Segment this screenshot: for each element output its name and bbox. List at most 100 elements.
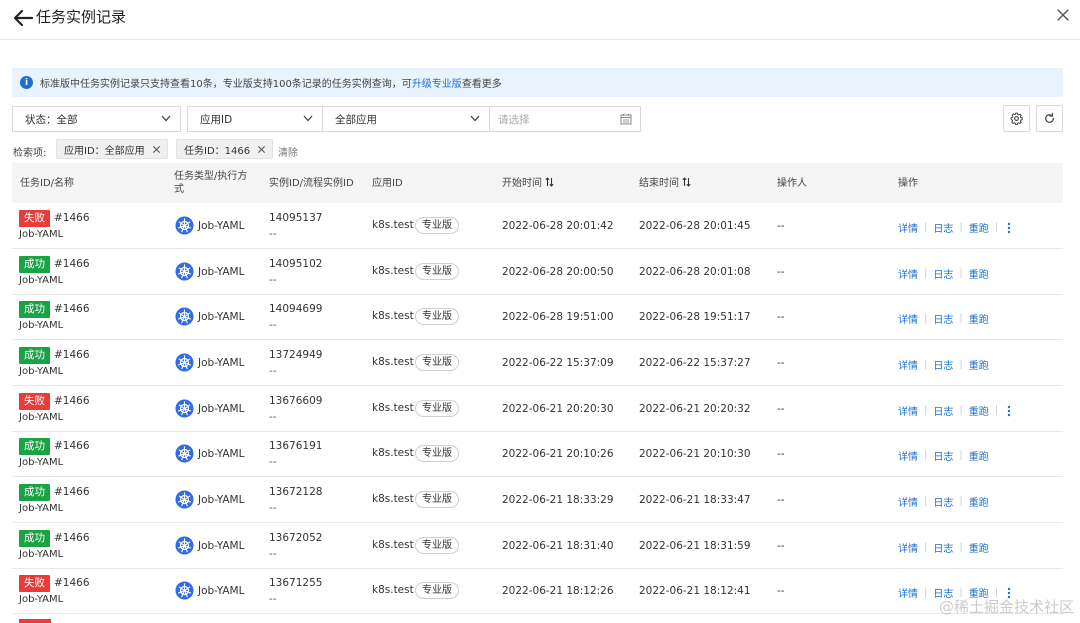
rerun-link[interactable]: 重跑 xyxy=(969,220,989,235)
row-actions: 详情 | 日志 | 重跑 xyxy=(898,540,989,555)
detail-link[interactable]: 详情 xyxy=(898,585,918,600)
back-arrow-icon[interactable] xyxy=(12,8,34,28)
log-link[interactable]: 日志 xyxy=(933,448,953,463)
sort-icon[interactable] xyxy=(545,177,554,187)
more-options-icon[interactable] xyxy=(1006,405,1012,417)
task-name: Job-YAML xyxy=(19,320,64,331)
column-header-start[interactable]: 开始时间 xyxy=(502,177,554,190)
rerun-link[interactable]: 重跑 xyxy=(969,357,989,372)
log-link[interactable]: 日志 xyxy=(933,357,953,372)
row-actions: 详情 | 日志 | 重跑 xyxy=(898,448,989,463)
detail-link[interactable]: 详情 xyxy=(898,494,918,509)
notice-text-after: 查看更多 xyxy=(461,79,502,90)
detail-link[interactable]: 详情 xyxy=(898,540,918,555)
task-type: Job-YAML xyxy=(198,540,245,552)
start-time: 2022-06-21 18:12:26 xyxy=(502,585,614,597)
task-id[interactable]: #1466 xyxy=(54,486,90,498)
task-id[interactable]: #1466 xyxy=(54,212,90,224)
start-time: 2022-06-21 18:31:40 xyxy=(502,540,614,552)
instance-id: 13672052 xyxy=(269,532,323,544)
task-id[interactable]: #1466 xyxy=(54,440,90,452)
app-id: k8s.test xyxy=(372,402,414,414)
rerun-link[interactable]: 重跑 xyxy=(969,403,989,418)
detail-link[interactable]: 详情 xyxy=(898,357,918,372)
task-id[interactable]: #1466 xyxy=(54,349,90,361)
rerun-link[interactable]: 重跑 xyxy=(969,311,989,326)
clear-search-link[interactable]: 清除 xyxy=(278,144,298,159)
task-name: Job-YAML xyxy=(19,503,64,514)
rerun-link[interactable]: 重跑 xyxy=(969,266,989,281)
detail-link[interactable]: 详情 xyxy=(898,311,918,326)
sort-icon[interactable] xyxy=(682,177,691,187)
action-divider: | xyxy=(924,496,928,507)
instance-id: 13672128 xyxy=(269,486,323,498)
row-actions: 详情 | 日志 | 重跑 xyxy=(898,494,989,509)
operator: -- xyxy=(777,494,785,506)
action-divider: | xyxy=(994,222,999,233)
log-link[interactable]: 日志 xyxy=(933,494,953,509)
row-actions: 详情 | 日志 | 重跑 xyxy=(898,311,989,326)
kubernetes-icon xyxy=(175,307,194,326)
action-divider: | xyxy=(959,222,963,233)
app-scope-select[interactable]: 全部应用 xyxy=(322,106,490,132)
status-badge: 成功 xyxy=(19,530,50,547)
log-link[interactable]: 日志 xyxy=(933,266,953,281)
app-scope-select-value: 全部应用 xyxy=(335,113,377,126)
date-range-picker[interactable]: 请选择 xyxy=(489,106,641,132)
notice-text: 标准版中任务实例记录只支持查看10条，专业版支持100条记录的任务实例查询，可 xyxy=(40,79,412,90)
start-time: 2022-06-28 20:00:50 xyxy=(502,266,614,278)
task-name: Job-YAML xyxy=(19,229,64,240)
action-divider: | xyxy=(924,268,928,279)
status-select[interactable]: 状态：全部 xyxy=(12,106,181,132)
app-id: k8s.test xyxy=(372,356,414,368)
operator: -- xyxy=(777,357,785,369)
close-icon[interactable] xyxy=(1056,8,1070,22)
more-options-icon[interactable] xyxy=(1006,222,1012,234)
operator: -- xyxy=(777,311,785,323)
app-id-select[interactable]: 应用ID xyxy=(187,106,323,132)
task-id[interactable]: #1466 xyxy=(54,303,90,315)
status-badge: 成功 xyxy=(19,438,50,455)
close-icon[interactable] xyxy=(257,145,266,154)
app-id: k8s.test xyxy=(372,539,414,551)
settings-button[interactable] xyxy=(1003,105,1030,132)
task-id[interactable]: #1466 xyxy=(54,532,90,544)
status-select-value: 状态：全部 xyxy=(25,113,78,126)
rerun-link[interactable]: 重跑 xyxy=(969,494,989,509)
action-divider: | xyxy=(959,496,963,507)
column-header-task: 任务ID/名称 xyxy=(20,178,75,189)
end-time: 2022-06-21 18:31:59 xyxy=(639,540,751,552)
rerun-link[interactable]: 重跑 xyxy=(969,540,989,555)
flow-instance-id: -- xyxy=(269,456,277,468)
kubernetes-icon xyxy=(175,399,194,418)
column-header-type-line1: 任务类型/执行方 xyxy=(174,171,248,182)
task-id[interactable]: #1466 xyxy=(54,258,90,270)
notice-banner: i 标准版中任务实例记录只支持查看10条，专业版支持100条记录的任务实例查询，… xyxy=(12,68,1063,97)
task-id[interactable]: #1466 xyxy=(54,577,90,589)
column-header-type: 任务类型/执行方 式 xyxy=(174,170,247,196)
chevron-down-icon xyxy=(303,115,313,122)
detail-link[interactable]: 详情 xyxy=(898,220,918,235)
detail-link[interactable]: 详情 xyxy=(898,266,918,281)
rerun-link[interactable]: 重跑 xyxy=(969,448,989,463)
task-id[interactable]: #1466 xyxy=(54,395,90,407)
refresh-button[interactable] xyxy=(1036,105,1063,132)
search-tag-label: 任务ID：1466 xyxy=(184,145,251,157)
flow-instance-id: -- xyxy=(269,548,277,560)
detail-link[interactable]: 详情 xyxy=(898,403,918,418)
status-badge: 失败 xyxy=(19,210,50,227)
detail-link[interactable]: 详情 xyxy=(898,448,918,463)
log-link[interactable]: 日志 xyxy=(933,220,953,235)
upgrade-link[interactable]: 升级专业版 xyxy=(412,75,462,90)
action-divider: | xyxy=(959,450,963,461)
close-icon[interactable] xyxy=(152,145,161,154)
column-header-type-line2: 式 xyxy=(174,184,184,195)
search-terms-label: 检索项: xyxy=(13,148,47,159)
log-link[interactable]: 日志 xyxy=(933,540,953,555)
action-divider: | xyxy=(924,587,928,598)
log-link[interactable]: 日志 xyxy=(933,311,953,326)
start-time: 2022-06-28 19:51:00 xyxy=(502,311,614,323)
action-divider: | xyxy=(924,450,928,461)
column-header-end[interactable]: 结束时间 xyxy=(639,177,691,190)
log-link[interactable]: 日志 xyxy=(933,403,953,418)
